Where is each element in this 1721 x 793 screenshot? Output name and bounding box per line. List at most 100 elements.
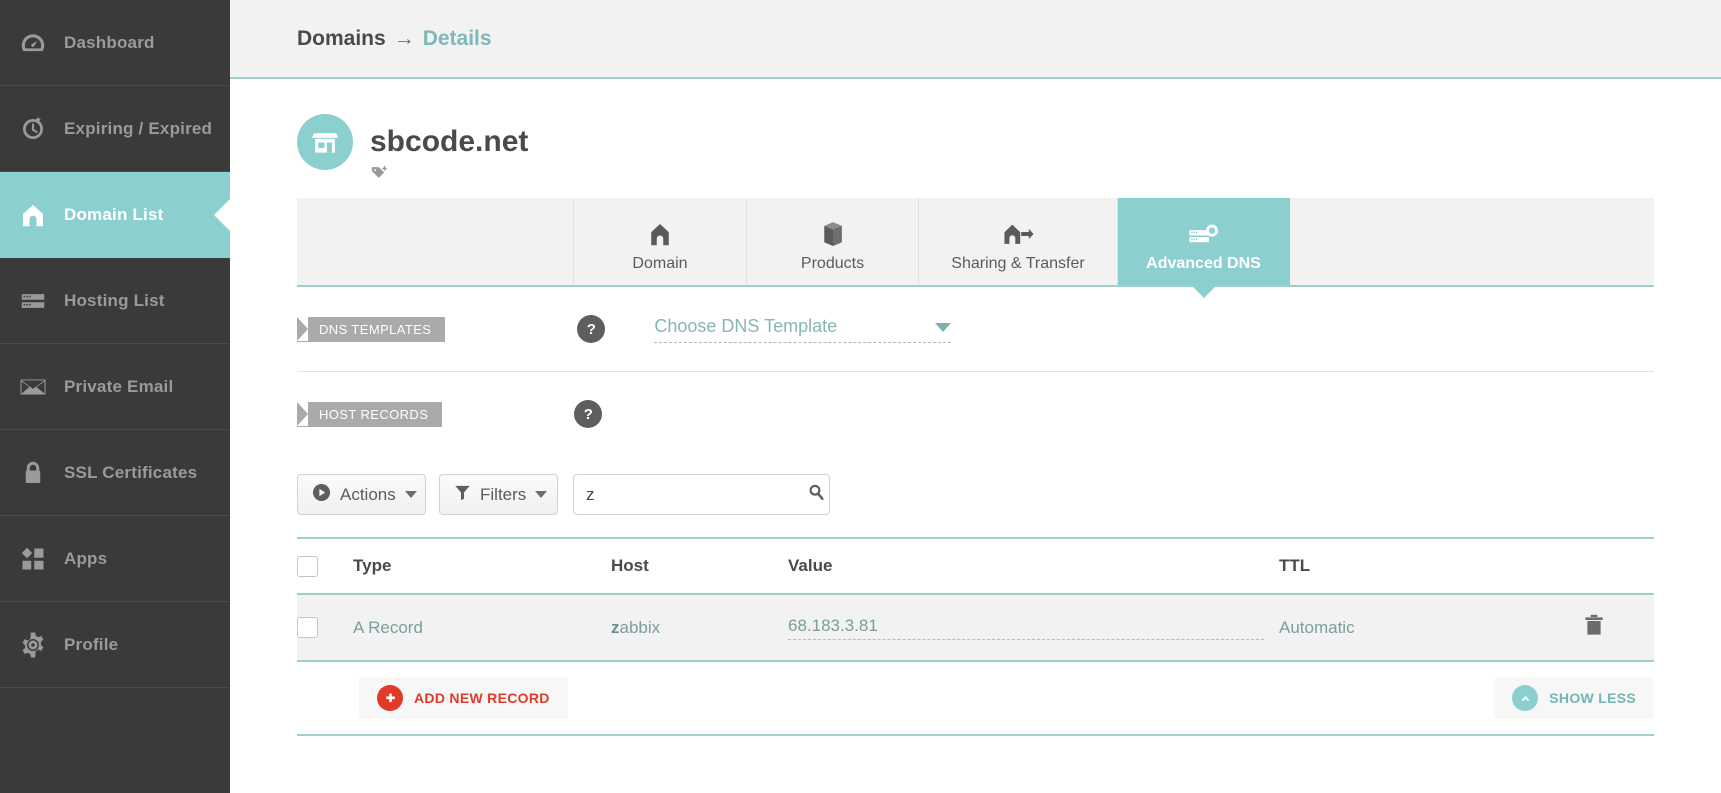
- envelope-icon: [18, 372, 64, 402]
- cell-host[interactable]: zabbix: [611, 618, 788, 638]
- search-box[interactable]: [573, 474, 830, 515]
- top-bar: Domains → Details: [230, 0, 1721, 79]
- storefront-icon: [297, 114, 353, 170]
- table-header-row: Type Host Value TTL: [297, 537, 1654, 595]
- actions-button[interactable]: Actions: [297, 474, 426, 515]
- column-header-host: Host: [611, 556, 649, 575]
- cell-value: 68.183.3.81: [788, 616, 1279, 640]
- sidebar-item-label: Domain List: [64, 204, 164, 224]
- sidebar-item-label: Profile: [64, 634, 119, 654]
- breadcrumb-root[interactable]: Domains: [297, 27, 386, 50]
- tab-spacer: [297, 198, 574, 285]
- stopwatch-icon: [18, 114, 64, 144]
- select-all-cell: [297, 555, 353, 577]
- dns-template-placeholder: Choose DNS Template: [654, 315, 838, 336]
- show-less-label: SHOW LESS: [1549, 690, 1636, 706]
- sidebar-item-apps[interactable]: Apps: [0, 516, 230, 602]
- main-area: Domains → Details sbcode.net Domain Prod…: [230, 0, 1721, 793]
- add-tag-icon[interactable]: [370, 164, 1654, 186]
- host-records-help-slot: ?: [442, 400, 603, 428]
- sidebar-item-private-email[interactable]: Private Email: [0, 344, 230, 430]
- sidebar-item-label: Private Email: [64, 376, 174, 396]
- tab-advanced-dns[interactable]: Advanced DNS: [1118, 198, 1290, 285]
- select-all-checkbox[interactable]: [297, 555, 318, 577]
- filters-button[interactable]: Filters: [439, 474, 558, 515]
- trash-icon[interactable]: [1583, 613, 1605, 642]
- tab-label: Advanced DNS: [1146, 255, 1261, 272]
- show-less-button[interactable]: SHOW LESS: [1494, 677, 1654, 719]
- home-icon: [18, 200, 64, 230]
- chevron-down-icon: [535, 491, 548, 498]
- help-icon[interactable]: ?: [577, 315, 606, 343]
- column-header-ttl: TTL: [1279, 556, 1311, 575]
- lock-icon: [18, 458, 64, 488]
- gear-icon: [18, 630, 64, 660]
- sidebar: Dashboard Expiring / Expired Domain List…: [0, 0, 230, 793]
- column-header-type: Type: [353, 556, 392, 575]
- row-checkbox[interactable]: [297, 617, 318, 638]
- dns-templates-ribbon: DNS TEMPLATES: [297, 316, 446, 342]
- column-header-value: Value: [788, 556, 833, 575]
- dns-templates-section: DNS TEMPLATES ? Choose DNS Template: [297, 287, 1654, 371]
- box-icon: [818, 213, 848, 249]
- sidebar-item-hosting-list[interactable]: Hosting List: [0, 258, 230, 344]
- cell-delete: [1534, 613, 1654, 642]
- tab-bar: Domain Products Sharing & Transfer Advan…: [297, 198, 1654, 287]
- table-footer: ADD NEW RECORD SHOW LESS: [297, 662, 1654, 736]
- sidebar-item-expiring-expired[interactable]: Expiring / Expired: [0, 86, 230, 172]
- play-circle-icon: [312, 483, 331, 507]
- add-new-record-label: ADD NEW RECORD: [414, 690, 550, 706]
- sidebar-item-ssl-certificates[interactable]: SSL Certificates: [0, 430, 230, 516]
- dns-server-icon: [1187, 213, 1221, 249]
- value-input[interactable]: 68.183.3.81: [788, 616, 1264, 640]
- host-records-ribbon: HOST RECORDS: [297, 401, 443, 427]
- gauge-icon: [18, 28, 64, 58]
- records-toolbar: Actions Filters: [297, 456, 1654, 515]
- tab-label: Sharing & Transfer: [951, 255, 1085, 272]
- sidebar-item-domain-list[interactable]: Domain List: [0, 172, 230, 258]
- home-icon: [645, 213, 675, 249]
- content: sbcode.net Domain Products Sharing & Tra…: [230, 79, 1721, 736]
- help-icon[interactable]: ?: [574, 400, 603, 428]
- sidebar-item-label: Hosting List: [64, 290, 165, 310]
- sidebar-item-profile[interactable]: Profile: [0, 602, 230, 688]
- server-icon: [18, 286, 64, 316]
- cell-ttl[interactable]: Automatic: [1279, 618, 1534, 638]
- tab-label: Products: [800, 255, 865, 272]
- row-select-cell: [297, 617, 353, 638]
- chevron-down-icon: [404, 491, 417, 498]
- dns-template-select[interactable]: Choose DNS Template: [654, 315, 952, 343]
- sidebar-item-label: Expiring / Expired: [64, 118, 213, 138]
- app-root: Dashboard Expiring / Expired Domain List…: [0, 0, 1721, 793]
- table-row: A Record zabbix 68.183.3.81 Automatic: [297, 595, 1654, 662]
- add-new-record-button[interactable]: ADD NEW RECORD: [359, 677, 568, 719]
- sidebar-item-label: Dashboard: [64, 32, 155, 52]
- actions-label: Actions: [340, 484, 396, 504]
- host-records-table: Type Host Value TTL A Record zabbix 68.1…: [297, 537, 1654, 736]
- funnel-icon: [454, 484, 471, 506]
- plus-circle-icon: [377, 685, 403, 711]
- tab-label: Domain: [632, 255, 688, 272]
- chevron-up-circle-icon: [1512, 685, 1539, 711]
- page-title: sbcode.net: [370, 125, 529, 158]
- tab-products[interactable]: Products: [747, 198, 919, 285]
- domain-header: sbcode.net: [297, 79, 1654, 170]
- tab-domain[interactable]: Domain: [574, 198, 747, 285]
- apps-icon: [18, 544, 64, 574]
- cell-type[interactable]: A Record: [353, 618, 611, 638]
- sidebar-item-label: Apps: [64, 548, 108, 568]
- footer-left: ADD NEW RECORD: [297, 677, 1494, 719]
- filters-label: Filters: [480, 484, 527, 504]
- host-records-section: HOST RECORDS ?: [297, 372, 1654, 456]
- breadcrumb-separator: →: [393, 26, 415, 50]
- breadcrumb-current: Details: [422, 26, 492, 50]
- chevron-down-icon: [935, 322, 952, 332]
- search-input[interactable]: [586, 484, 807, 505]
- host-match-highlight: z: [611, 617, 620, 637]
- share-transfer-icon: [1002, 213, 1034, 249]
- sidebar-item-dashboard[interactable]: Dashboard: [0, 0, 230, 86]
- tab-tail-spacer: [1290, 198, 1654, 285]
- magnifier-icon[interactable]: [807, 483, 826, 507]
- dns-templates-help-slot: ?: [445, 315, 606, 343]
- tab-sharing-transfer[interactable]: Sharing & Transfer: [919, 198, 1118, 285]
